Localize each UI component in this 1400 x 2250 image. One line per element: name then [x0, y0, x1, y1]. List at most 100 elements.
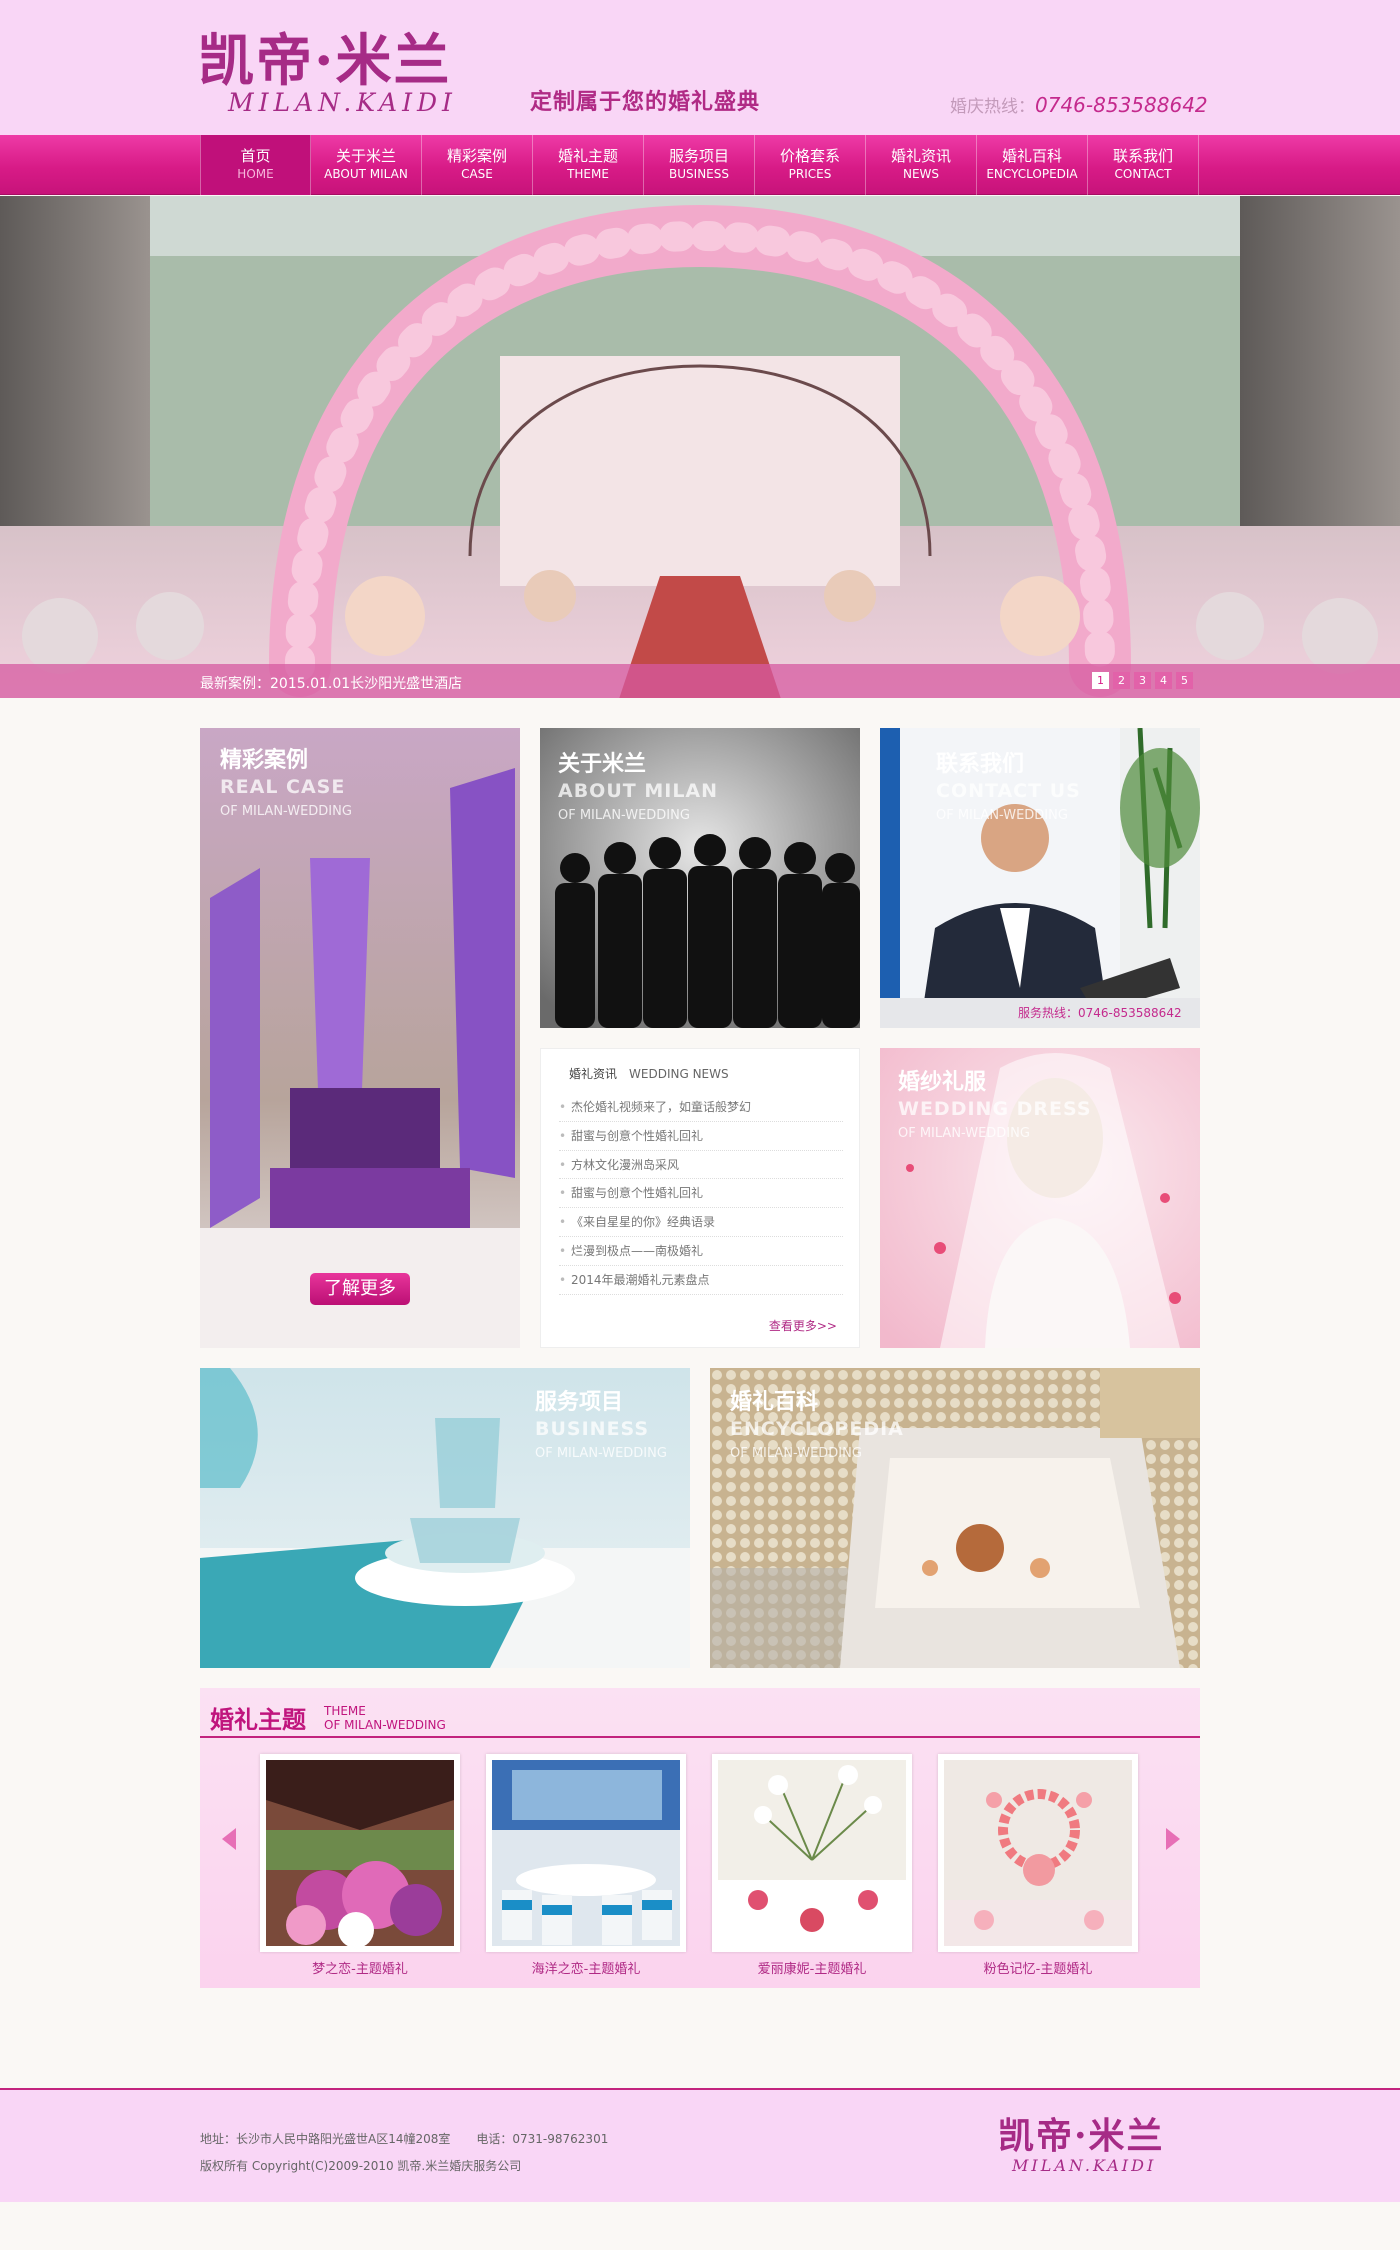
nav-item-news[interactable]: 婚礼资讯 NEWS — [866, 135, 977, 195]
tile-title-en: REAL CASE — [220, 776, 346, 798]
nav-label-en: NEWS — [902, 167, 940, 181]
theme-subtitle-line: THEME — [324, 1704, 366, 1718]
nav-label-en: HOME — [237, 167, 274, 181]
hero-page-dot[interactable]: 4 — [1155, 672, 1172, 689]
tile-title-sub: OF MILAN-WEDDING — [898, 1126, 1030, 1141]
news-panel: 婚礼资讯 WEDDING NEWS 杰伦婚礼视频来了，如童话般梦幻 甜蜜与创意个性… — [540, 1048, 860, 1348]
nav-item-business[interactable]: 服务项目 BUSINESS — [644, 135, 755, 195]
tile-title-cn: 关于米兰 — [558, 752, 647, 777]
hero-page-dot[interactable]: 3 — [1134, 672, 1151, 689]
news-item[interactable]: 《来自星星的你》经典语录 — [559, 1208, 843, 1237]
nav-label-cn: 关于米兰 — [335, 147, 396, 165]
theme-subtitle: THEME OF MILAN-WEDDING — [324, 1704, 446, 1732]
nav-label-cn: 精彩案例 — [446, 147, 507, 165]
nav-label-cn: 首页 — [240, 147, 271, 165]
nav-item-encyclopedia[interactable]: 婚礼百科 ENCYCLOPEDIA — [977, 135, 1088, 195]
theme-subtitle-line: OF MILAN-WEDDING — [324, 1718, 446, 1732]
footer-phone: 电话：0731-98762301 — [476, 2132, 609, 2146]
news-item[interactable]: 杰伦婚礼视频来了，如童话般梦幻 — [559, 1093, 843, 1122]
hotline-number: 0746-853588642 — [1035, 93, 1208, 117]
logo-chinese: 凯帝·米兰 — [198, 28, 452, 94]
tile-title-sub: OF MILAN-WEDDING — [936, 808, 1068, 823]
nav-item-about[interactable]: 关于米兰 ABOUT MILAN — [311, 135, 422, 195]
hotline: 婚庆热线：0746-853588642 — [950, 92, 1208, 117]
nav-label-en: ENCYCLOPEDIA — [986, 167, 1078, 181]
theme-card[interactable]: 爱丽康妮-主题婚礼 — [712, 1754, 912, 1977]
carousel-next-arrow-icon[interactable] — [1166, 1828, 1180, 1850]
logo-english: MILAN.KAIDI — [228, 88, 457, 117]
nav-label-cn: 婚礼主题 — [557, 147, 618, 165]
nav-label-cn: 价格套系 — [779, 147, 840, 165]
tile-title-sub: OF MILAN-WEDDING — [535, 1446, 667, 1461]
real-case-image — [200, 728, 520, 1348]
theme-caption[interactable]: 粉色记忆-主题婚礼 — [938, 1958, 1138, 1977]
hero-caption[interactable]: 最新案例：2015.01.01长沙阳光盛世酒店 — [200, 673, 462, 693]
footer-address: 地址：长沙市人民中路阳光盛世A区14幢208室 — [200, 2132, 451, 2146]
theme-section: 婚礼主题 THEME OF MILAN-WEDDING 梦之恋-主题婚礼 海洋之… — [200, 1688, 1200, 1988]
nav-label-cn: 婚礼百科 — [1001, 147, 1062, 165]
nav-label-en: CONTACT — [1114, 167, 1172, 181]
tile-contact-us[interactable]: 联系我们 CONTACT US OF MILAN-WEDDING 服务热线：07… — [880, 728, 1200, 1028]
nav-item-prices[interactable]: 价格套系 PRICES — [755, 135, 866, 195]
tile-encyclopedia[interactable]: 婚礼百科 ENCYCLOPEDIA OF MILAN-WEDDING — [710, 1368, 1200, 1668]
news-title-en: WEDDING NEWS — [629, 1067, 729, 1081]
site-logo[interactable]: 凯帝·米兰 MILAN.KAIDI — [198, 30, 508, 125]
hero-page-dot[interactable]: 5 — [1176, 672, 1193, 689]
news-item[interactable]: 甜蜜与创意个性婚礼回礼 — [559, 1122, 843, 1151]
theme-caption[interactable]: 海洋之恋-主题婚礼 — [486, 1958, 686, 1977]
hero-image — [0, 196, 1400, 698]
theme-photo — [712, 1754, 912, 1952]
hero-page-dot[interactable]: 2 — [1113, 672, 1130, 689]
tile-title-sub: OF MILAN-WEDDING — [220, 804, 352, 819]
nav-label-cn: 服务项目 — [668, 147, 729, 165]
tile-title-cn: 婚礼百科 — [730, 1390, 819, 1415]
news-item[interactable]: 2014年最潮婚礼元素盘点 — [559, 1266, 843, 1295]
theme-photo — [260, 1754, 460, 1952]
nav-label-cn: 联系我们 — [1112, 147, 1173, 165]
tile-title-cn: 服务项目 — [535, 1390, 624, 1415]
nav-label-en: ABOUT MILAN — [324, 167, 408, 181]
site-footer: 地址：长沙市人民中路阳光盛世A区14幢208室 电话：0731-98762301 … — [0, 2088, 1400, 2202]
theme-caption[interactable]: 爱丽康妮-主题婚礼 — [712, 1958, 912, 1977]
footer-copyright: 版权所有 Copyright(C)2009-2010 凯帝.米兰婚庆服务公司 — [200, 2159, 522, 2173]
hero-caption-bar: 最新案例：2015.01.01长沙阳光盛世酒店 1 2 3 4 5 — [0, 664, 1400, 698]
hero-page-dot[interactable]: 1 — [1092, 672, 1109, 689]
theme-card[interactable]: 梦之恋-主题婚礼 — [260, 1754, 460, 1977]
carousel-prev-arrow-icon[interactable] — [222, 1828, 236, 1850]
nav-item-theme[interactable]: 婚礼主题 THEME — [533, 135, 644, 195]
news-item[interactable]: 烂漫到极点——南极婚礼 — [559, 1237, 843, 1266]
news-item[interactable]: 甜蜜与创意个性婚礼回礼 — [559, 1179, 843, 1209]
slogan: 定制属于您的婚礼盛典 — [530, 90, 761, 115]
footer-logo-chinese: 凯帝·米兰 — [998, 2115, 1165, 2157]
contact-hotline: 服务热线：0746-853588642 — [1018, 1006, 1182, 1020]
theme-caption[interactable]: 梦之恋-主题婚礼 — [260, 1958, 460, 1977]
nav-item-home[interactable]: 首页 HOME — [200, 135, 311, 195]
hero-banner[interactable]: 最新案例：2015.01.01长沙阳光盛世酒店 1 2 3 4 5 — [0, 196, 1400, 698]
nav-item-contact[interactable]: 联系我们 CONTACT — [1088, 135, 1199, 195]
news-item[interactable]: 方林文化漫洲岛采风 — [559, 1151, 843, 1180]
news-more-link[interactable]: 查看更多>> — [769, 1317, 837, 1334]
tile-wedding-dress[interactable]: 婚纱礼服 WEDDING DRESS OF MILAN-WEDDING — [880, 1048, 1200, 1348]
nav-label-en: BUSINESS — [669, 167, 729, 181]
tile-title-cn: 婚纱礼服 — [898, 1070, 987, 1095]
nav-label-en: THEME — [567, 167, 609, 181]
learn-more-button[interactable]: 了解更多 — [310, 1273, 410, 1305]
theme-card[interactable]: 粉色记忆-主题婚礼 — [938, 1754, 1138, 1977]
tile-real-case[interactable]: 精彩案例 REAL CASE OF MILAN-WEDDING 了解更多 — [200, 728, 520, 1348]
news-header: 婚礼资讯 WEDDING NEWS — [569, 1065, 729, 1082]
news-list: 杰伦婚礼视频来了，如童话般梦幻 甜蜜与创意个性婚礼回礼 方林文化漫洲岛采风 甜蜜… — [559, 1093, 843, 1295]
nav-item-case[interactable]: 精彩案例 CASE — [422, 135, 533, 195]
theme-title: 婚礼主题 — [210, 1706, 306, 1734]
footer-logo[interactable]: 凯帝·米兰 MILAN.KAIDI — [998, 2116, 1204, 2175]
theme-photo — [486, 1754, 686, 1952]
hero-pagination: 1 2 3 4 5 — [1092, 672, 1193, 689]
footer-contact: 地址：长沙市人民中路阳光盛世A区14幢208室 电话：0731-98762301 — [200, 2130, 608, 2147]
tile-title-sub: OF MILAN-WEDDING — [558, 808, 690, 823]
tile-title-en: CONTACT US — [936, 780, 1081, 802]
tile-business[interactable]: 服务项目 BUSINESS OF MILAN-WEDDING — [200, 1368, 690, 1668]
theme-card[interactable]: 海洋之恋-主题婚礼 — [486, 1754, 686, 1977]
nav-label-en: CASE — [461, 167, 493, 181]
tile-title-cn: 精彩案例 — [220, 748, 309, 773]
tile-about-milan[interactable]: 关于米兰 ABOUT MILAN OF MILAN-WEDDING — [540, 728, 860, 1028]
tile-title-en: BUSINESS — [535, 1418, 650, 1440]
